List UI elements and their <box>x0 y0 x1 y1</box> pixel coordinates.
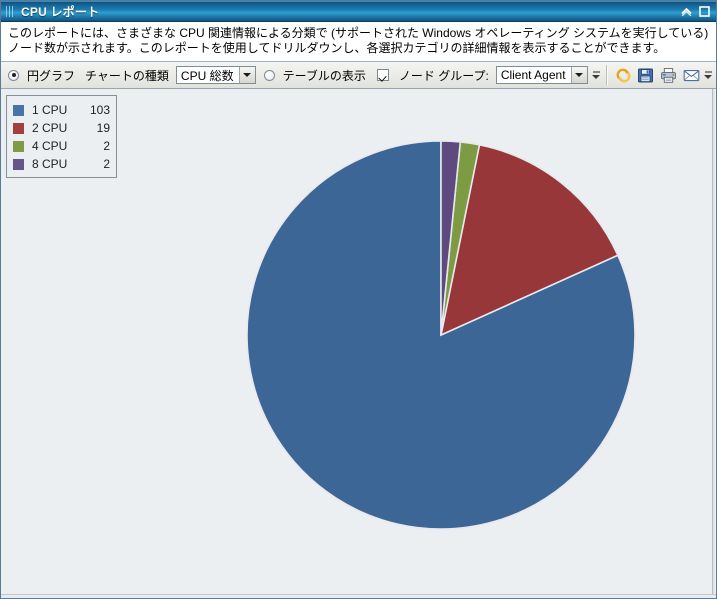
window-titlebar: CPU レポート <box>1 1 716 22</box>
table-view-radio-label: テーブルの表示 <box>282 68 366 83</box>
report-description: このレポートには、さまざまな CPU 関連情報による分類で (サポートされた W… <box>1 22 716 62</box>
legend-label-2cpu: 2 CPU <box>32 121 68 135</box>
toolbar-overflow-left[interactable] <box>591 64 602 86</box>
node-group-checkbox[interactable] <box>372 69 395 81</box>
cpu-report-window: CPU レポート このレポートには、さまざまな CPU 関連情報による分類で (… <box>0 0 717 599</box>
toolbar-separator <box>605 65 608 85</box>
legend-item[interactable]: 4 CPU 2 <box>13 137 110 155</box>
horizontal-scrollbar[interactable] <box>1 594 716 598</box>
maximize-square-icon[interactable] <box>697 4 712 19</box>
legend-label-4cpu: 4 CPU <box>32 139 68 153</box>
refresh-icon[interactable] <box>613 64 634 86</box>
radio-dot-icon <box>8 69 19 81</box>
legend-item[interactable]: 1 CPU 103 <box>13 101 110 119</box>
legend-value-4cpu: 2 <box>103 139 110 153</box>
legend-swatch-2cpu <box>13 122 24 134</box>
print-icon[interactable] <box>658 64 679 86</box>
legend-value-1cpu: 103 <box>89 103 110 117</box>
chart-legend: 1 CPU 103 2 CPU 19 4 CPU 2 8 CPU 2 <box>6 95 117 178</box>
legend-value-2cpu: 19 <box>96 121 110 135</box>
report-toolbar: 円グラフ チャートの種類 CPU 総数 テーブルの表示 ノード グループ: Cl… <box>1 62 716 89</box>
node-group-label: ノード グループ: <box>398 68 489 83</box>
chart-type-value: CPU 総数 <box>180 68 234 83</box>
legend-value-8cpu: 2 <box>103 157 110 171</box>
save-icon[interactable] <box>636 64 657 86</box>
pie-chart-radio-label: 円グラフ <box>27 68 76 83</box>
legend-item[interactable]: 2 CPU 19 <box>13 119 110 137</box>
toolbar-overflow-right[interactable] <box>703 64 714 86</box>
legend-label-8cpu: 8 CPU <box>32 157 68 171</box>
node-group-select[interactable]: Client Agent <box>495 66 588 84</box>
legend-label-1cpu: 1 CPU <box>32 103 68 117</box>
table-view-radio[interactable]: テーブルの表示 <box>259 67 372 84</box>
node-group-value: Client Agent <box>500 68 566 82</box>
checkbox-check-icon <box>376 69 389 81</box>
page-title: CPU レポート <box>21 4 100 19</box>
legend-swatch-8cpu <box>13 158 24 170</box>
legend-item[interactable]: 8 CPU 2 <box>13 155 110 173</box>
pie-chart-radio[interactable]: 円グラフ <box>3 67 81 84</box>
grip-dots-icon <box>6 5 15 17</box>
vertical-scrollbar[interactable] <box>712 89 716 598</box>
chevron-up-icon[interactable] <box>679 4 694 19</box>
chart-area: 1 CPU 103 2 CPU 19 4 CPU 2 8 CPU 2 <box>1 89 716 598</box>
legend-swatch-4cpu <box>13 140 24 152</box>
chart-type-label: チャートの種類 <box>85 68 169 83</box>
radio-dot-icon <box>263 69 275 81</box>
chevron-down-icon[interactable] <box>238 67 255 83</box>
chart-type-select[interactable]: CPU 総数 <box>175 66 256 84</box>
email-icon[interactable] <box>681 64 702 86</box>
chevron-down-icon[interactable] <box>570 67 587 83</box>
legend-swatch-1cpu <box>13 104 24 116</box>
